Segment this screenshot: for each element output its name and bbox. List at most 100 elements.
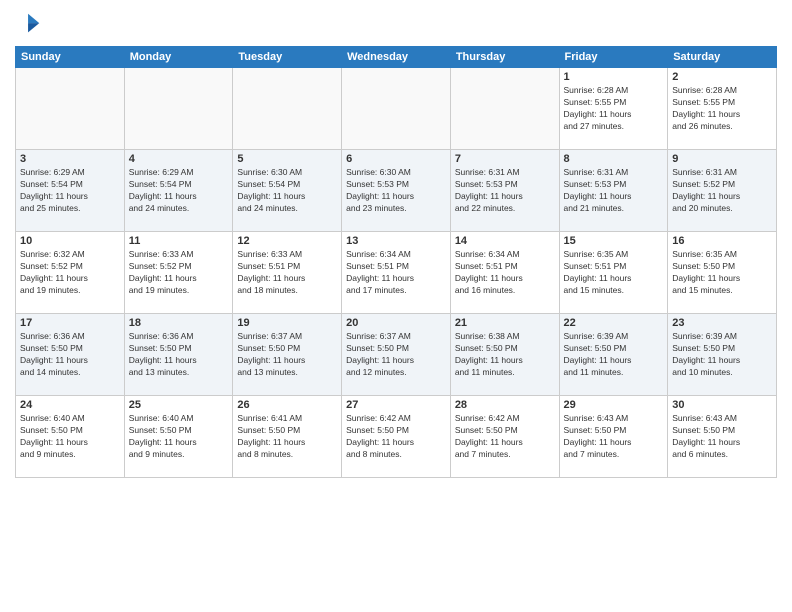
week-row-3: 10 Sunrise: 6:32 AM Sunset: 5:52 PM Dayli… bbox=[16, 232, 777, 314]
day-number: 26 bbox=[237, 399, 337, 411]
day-cell: 24Sunrise: 6:40 AM Sunset: 5:50 PM Dayli… bbox=[16, 396, 125, 478]
day-cell: 1 Sunrise: 6:28 AM Sunset: 5:55 PM Daylig… bbox=[559, 68, 668, 150]
day-info: Sunrise: 6:33 AM Sunset: 5:52 PM Dayligh… bbox=[129, 249, 229, 297]
day-info: Sunrise: 6:43 AM Sunset: 5:50 PM Dayligh… bbox=[672, 413, 772, 461]
day-number: 20 bbox=[346, 317, 446, 329]
day-cell: 23Sunrise: 6:39 AM Sunset: 5:50 PM Dayli… bbox=[668, 314, 777, 396]
weekday-header-friday: Friday bbox=[559, 47, 668, 68]
day-number: 19 bbox=[237, 317, 337, 329]
weekday-row: SundayMondayTuesdayWednesdayThursdayFrid… bbox=[16, 47, 777, 68]
day-info: Sunrise: 6:31 AM Sunset: 5:53 PM Dayligh… bbox=[564, 167, 664, 215]
day-info: Sunrise: 6:36 AM Sunset: 5:50 PM Dayligh… bbox=[129, 331, 229, 379]
day-info: Sunrise: 6:31 AM Sunset: 5:52 PM Dayligh… bbox=[672, 167, 772, 215]
weekday-header-wednesday: Wednesday bbox=[342, 47, 451, 68]
day-cell bbox=[233, 68, 342, 150]
day-number: 21 bbox=[455, 317, 555, 329]
day-cell: 9Sunrise: 6:31 AM Sunset: 5:52 PM Daylig… bbox=[668, 150, 777, 232]
day-number: 2 bbox=[672, 71, 772, 83]
day-number: 29 bbox=[564, 399, 664, 411]
day-info: Sunrise: 6:34 AM Sunset: 5:51 PM Dayligh… bbox=[346, 249, 446, 297]
day-cell: 2 Sunrise: 6:28 AM Sunset: 5:55 PM Daylig… bbox=[668, 68, 777, 150]
calendar-table: SundayMondayTuesdayWednesdayThursdayFrid… bbox=[15, 46, 777, 478]
day-number: 30 bbox=[672, 399, 772, 411]
day-cell: 21 Sunrise: 6:38 AM Sunset: 5:50 PM Dayli… bbox=[450, 314, 559, 396]
day-number: 13 bbox=[346, 235, 446, 247]
day-cell: 8 Sunrise: 6:31 AM Sunset: 5:53 PM Daylig… bbox=[559, 150, 668, 232]
logo bbox=[15, 10, 47, 38]
day-cell: 25 Sunrise: 6:40 AM Sunset: 5:50 PM Dayli… bbox=[124, 396, 233, 478]
day-number: 23 bbox=[672, 317, 772, 329]
day-number: 4 bbox=[129, 153, 229, 165]
day-number: 17 bbox=[20, 317, 120, 329]
day-info: Sunrise: 6:37 AM Sunset: 5:50 PM Dayligh… bbox=[346, 331, 446, 379]
weekday-header-saturday: Saturday bbox=[668, 47, 777, 68]
day-cell: 15Sunrise: 6:35 AM Sunset: 5:51 PM Dayli… bbox=[559, 232, 668, 314]
weekday-header-monday: Monday bbox=[124, 47, 233, 68]
day-number: 8 bbox=[564, 153, 664, 165]
day-info: Sunrise: 6:28 AM Sunset: 5:55 PM Dayligh… bbox=[564, 85, 664, 133]
day-number: 10 bbox=[20, 235, 120, 247]
day-cell bbox=[342, 68, 451, 150]
day-info: Sunrise: 6:32 AM Sunset: 5:52 PM Dayligh… bbox=[20, 249, 120, 297]
calendar-header: SundayMondayTuesdayWednesdayThursdayFrid… bbox=[16, 47, 777, 68]
day-cell: 14 Sunrise: 6:34 AM Sunset: 5:51 PM Dayli… bbox=[450, 232, 559, 314]
day-info: Sunrise: 6:30 AM Sunset: 5:53 PM Dayligh… bbox=[346, 167, 446, 215]
logo-icon bbox=[15, 10, 43, 38]
day-cell: 6 Sunrise: 6:30 AM Sunset: 5:53 PM Daylig… bbox=[342, 150, 451, 232]
day-number: 5 bbox=[237, 153, 337, 165]
day-info: Sunrise: 6:35 AM Sunset: 5:51 PM Dayligh… bbox=[564, 249, 664, 297]
day-info: Sunrise: 6:35 AM Sunset: 5:50 PM Dayligh… bbox=[672, 249, 772, 297]
day-info: Sunrise: 6:37 AM Sunset: 5:50 PM Dayligh… bbox=[237, 331, 337, 379]
day-number: 11 bbox=[129, 235, 229, 247]
day-cell: 20 Sunrise: 6:37 AM Sunset: 5:50 PM Dayli… bbox=[342, 314, 451, 396]
day-cell: 13 Sunrise: 6:34 AM Sunset: 5:51 PM Dayli… bbox=[342, 232, 451, 314]
day-info: Sunrise: 6:31 AM Sunset: 5:53 PM Dayligh… bbox=[455, 167, 555, 215]
day-info: Sunrise: 6:29 AM Sunset: 5:54 PM Dayligh… bbox=[20, 167, 120, 215]
week-row-2: 3 Sunrise: 6:29 AM Sunset: 5:54 PM Daylig… bbox=[16, 150, 777, 232]
day-number: 1 bbox=[564, 71, 664, 83]
day-info: Sunrise: 6:38 AM Sunset: 5:50 PM Dayligh… bbox=[455, 331, 555, 379]
day-cell: 5 Sunrise: 6:30 AM Sunset: 5:54 PM Daylig… bbox=[233, 150, 342, 232]
weekday-header-sunday: Sunday bbox=[16, 47, 125, 68]
weekday-header-thursday: Thursday bbox=[450, 47, 559, 68]
day-cell: 7 Sunrise: 6:31 AM Sunset: 5:53 PM Daylig… bbox=[450, 150, 559, 232]
day-number: 24 bbox=[20, 399, 120, 411]
day-cell: 29 Sunrise: 6:43 AM Sunset: 5:50 PM Dayli… bbox=[559, 396, 668, 478]
calendar-body: 1 Sunrise: 6:28 AM Sunset: 5:55 PM Daylig… bbox=[16, 68, 777, 478]
day-cell: 22Sunrise: 6:39 AM Sunset: 5:50 PM Dayli… bbox=[559, 314, 668, 396]
week-row-1: 1 Sunrise: 6:28 AM Sunset: 5:55 PM Daylig… bbox=[16, 68, 777, 150]
week-row-5: 24 Sunrise: 6:40 AM Sunset: 5:50 PM Dayli… bbox=[16, 396, 777, 478]
day-cell: 10 Sunrise: 6:32 AM Sunset: 5:52 PM Dayli… bbox=[16, 232, 125, 314]
day-cell bbox=[124, 68, 233, 150]
day-info: Sunrise: 6:29 AM Sunset: 5:54 PM Dayligh… bbox=[129, 167, 229, 215]
day-cell: 16Sunrise: 6:35 AM Sunset: 5:50 PM Dayli… bbox=[668, 232, 777, 314]
day-info: Sunrise: 6:30 AM Sunset: 5:54 PM Dayligh… bbox=[237, 167, 337, 215]
day-cell: 17 Sunrise: 6:36 AM Sunset: 5:50 PM Dayli… bbox=[16, 314, 125, 396]
day-cell: 4 Sunrise: 6:29 AM Sunset: 5:54 PM Daylig… bbox=[124, 150, 233, 232]
day-info: Sunrise: 6:42 AM Sunset: 5:50 PM Dayligh… bbox=[346, 413, 446, 461]
day-number: 18 bbox=[129, 317, 229, 329]
day-info: Sunrise: 6:33 AM Sunset: 5:51 PM Dayligh… bbox=[237, 249, 337, 297]
week-row-4: 17 Sunrise: 6:36 AM Sunset: 5:50 PM Dayli… bbox=[16, 314, 777, 396]
day-cell bbox=[450, 68, 559, 150]
day-number: 6 bbox=[346, 153, 446, 165]
day-number: 12 bbox=[237, 235, 337, 247]
day-number: 3 bbox=[20, 153, 120, 165]
day-info: Sunrise: 6:28 AM Sunset: 5:55 PM Dayligh… bbox=[672, 85, 772, 133]
day-cell: 26Sunrise: 6:41 AM Sunset: 5:50 PM Dayli… bbox=[233, 396, 342, 478]
day-info: Sunrise: 6:36 AM Sunset: 5:50 PM Dayligh… bbox=[20, 331, 120, 379]
day-info: Sunrise: 6:34 AM Sunset: 5:51 PM Dayligh… bbox=[455, 249, 555, 297]
day-number: 25 bbox=[129, 399, 229, 411]
day-number: 14 bbox=[455, 235, 555, 247]
day-cell: 19 Sunrise: 6:37 AM Sunset: 5:50 PM Dayli… bbox=[233, 314, 342, 396]
day-cell: 30 Sunrise: 6:43 AM Sunset: 5:50 PM Dayli… bbox=[668, 396, 777, 478]
day-cell: 12 Sunrise: 6:33 AM Sunset: 5:51 PM Dayli… bbox=[233, 232, 342, 314]
day-cell: 3 Sunrise: 6:29 AM Sunset: 5:54 PM Daylig… bbox=[16, 150, 125, 232]
day-info: Sunrise: 6:42 AM Sunset: 5:50 PM Dayligh… bbox=[455, 413, 555, 461]
day-cell: 28Sunrise: 6:42 AM Sunset: 5:50 PM Dayli… bbox=[450, 396, 559, 478]
day-cell: 11 Sunrise: 6:33 AM Sunset: 5:52 PM Dayli… bbox=[124, 232, 233, 314]
day-info: Sunrise: 6:40 AM Sunset: 5:50 PM Dayligh… bbox=[129, 413, 229, 461]
day-number: 7 bbox=[455, 153, 555, 165]
day-info: Sunrise: 6:43 AM Sunset: 5:50 PM Dayligh… bbox=[564, 413, 664, 461]
day-info: Sunrise: 6:39 AM Sunset: 5:50 PM Dayligh… bbox=[564, 331, 664, 379]
